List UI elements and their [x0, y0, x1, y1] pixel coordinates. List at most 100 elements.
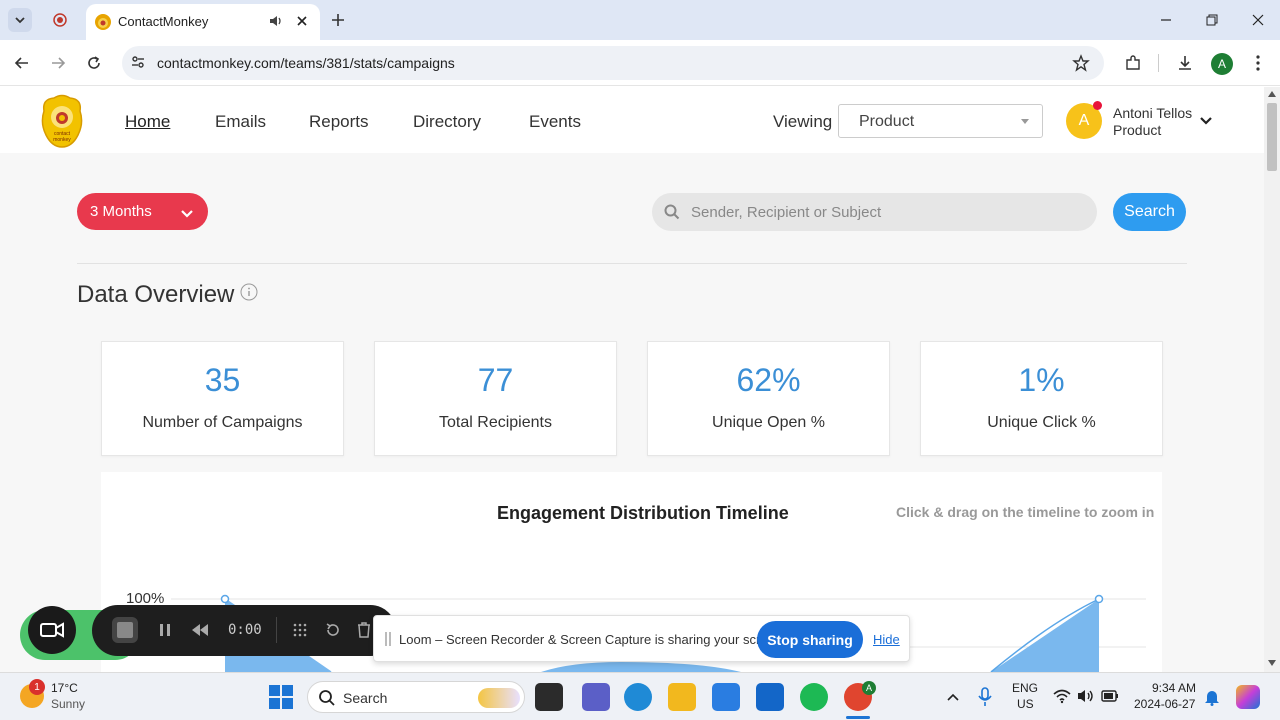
search-highlight-icon — [478, 688, 520, 708]
menu-kebab-icon[interactable] — [1248, 52, 1268, 74]
scroll-up-arrow-icon[interactable] — [1268, 91, 1276, 97]
bookmark-star-icon[interactable] — [1072, 54, 1090, 72]
nav-home[interactable]: Home — [125, 112, 170, 132]
nav-emails[interactable]: Emails — [215, 112, 266, 132]
tray-chevron-up-icon[interactable] — [946, 689, 960, 703]
notification-dot — [1093, 101, 1102, 110]
task-view-icon[interactable] — [535, 683, 563, 711]
logo-text: contact monkey — [53, 131, 71, 143]
clock-time[interactable]: 9:34 AM — [1152, 681, 1196, 695]
teams-icon[interactable] — [582, 683, 610, 711]
viewing-label: Viewing — [773, 112, 833, 131]
active-tab[interactable]: ContactMonkey — [86, 4, 320, 40]
record-tab-icon[interactable] — [50, 10, 70, 30]
metric-label: Number of Campaigns — [142, 414, 303, 431]
area-segment — [541, 662, 741, 672]
downloads-icon[interactable] — [1174, 52, 1196, 74]
search-icon — [664, 204, 680, 220]
drag-handle-icon[interactable] — [385, 632, 391, 646]
data-point[interactable] — [1094, 594, 1104, 604]
scrollbar-thumb[interactable] — [1267, 103, 1277, 171]
tab-search-icon[interactable] — [8, 8, 32, 32]
spotify-icon[interactable] — [800, 683, 828, 711]
site-info-icon[interactable] — [130, 54, 148, 72]
profile-avatar[interactable]: A — [1211, 53, 1233, 75]
pause-button[interactable] — [158, 623, 172, 637]
stop-sharing-button[interactable]: Stop sharing — [757, 621, 863, 658]
chevron-down-icon — [180, 206, 194, 218]
hide-link[interactable]: Hide — [873, 632, 900, 647]
caret-down-icon — [1021, 119, 1029, 124]
data-overview-title: Data Overview — [77, 281, 235, 308]
lang-bottom: US — [1017, 697, 1034, 711]
reload-icon[interactable] — [84, 53, 104, 73]
scroll-down-arrow-icon[interactable] — [1268, 660, 1276, 666]
stop-recording-button[interactable] — [112, 617, 138, 643]
wifi-icon[interactable] — [1053, 688, 1071, 704]
page-scrollbar[interactable] — [1264, 87, 1280, 672]
nav-events[interactable]: Events — [529, 112, 581, 132]
search-input[interactable]: Sender, Recipient or Subject — [652, 193, 1097, 231]
grid-dots-icon — [293, 623, 307, 637]
metric-card-open-rate: 62% Unique Open % — [647, 341, 890, 456]
lang-top[interactable]: ENG — [1012, 681, 1038, 695]
restart-button[interactable] — [325, 622, 341, 638]
taskbar-search-icon — [318, 689, 336, 707]
address-bar[interactable]: contactmonkey.com/teams/381/stats/campai… — [122, 46, 1104, 80]
restore-icon[interactable] — [1202, 10, 1222, 30]
info-icon[interactable] — [240, 283, 258, 301]
drawing-tool-button[interactable] — [292, 622, 308, 638]
forward-icon[interactable] — [48, 53, 68, 73]
contactmonkey-logo[interactable]: contact monkey — [38, 93, 86, 149]
range-dropdown[interactable]: 3 Months — [77, 193, 208, 230]
pause-icon — [160, 624, 170, 636]
weather-temp[interactable]: 17°C — [51, 681, 78, 695]
new-tab-icon[interactable] — [328, 10, 348, 30]
microphone-icon[interactable] — [978, 687, 994, 707]
metric-label: Total Recipients — [439, 414, 552, 431]
notification-bell-icon[interactable] — [1204, 688, 1220, 706]
store-icon[interactable] — [712, 683, 740, 711]
viewing-select[interactable]: Product — [838, 104, 1043, 138]
taskbar-search[interactable]: Search — [307, 681, 525, 713]
toolbar-divider — [1158, 54, 1159, 72]
weather-badge: 1 — [29, 679, 45, 695]
browser-toolbar: contactmonkey.com/teams/381/stats/campai… — [0, 40, 1280, 86]
data-point[interactable] — [220, 594, 230, 604]
tab-title: ContactMonkey — [118, 14, 209, 29]
user-team: Product — [1113, 122, 1162, 138]
main-content: 3 Months Sender, Recipient or Subject Se… — [0, 153, 1264, 682]
close-tab-icon[interactable] — [294, 13, 312, 31]
close-window-icon[interactable] — [1248, 10, 1268, 30]
mail-icon[interactable] — [756, 683, 784, 711]
minimize-icon[interactable] — [1156, 10, 1176, 30]
area-segment — [991, 599, 1099, 672]
active-app-indicator — [846, 716, 870, 719]
copilot-icon[interactable] — [1236, 685, 1260, 709]
metric-card-click-rate: 1% Unique Click % — [920, 341, 1163, 456]
battery-icon[interactable] — [1101, 689, 1119, 703]
delete-recording-button[interactable] — [357, 622, 373, 638]
file-explorer-icon[interactable] — [668, 683, 696, 711]
windows-taskbar: 1 17°C Sunny Search A ENG US 9:34 AM 202… — [0, 672, 1280, 720]
user-menu-chevron-icon[interactable] — [1199, 113, 1215, 129]
viewing-value: Product — [859, 113, 915, 130]
nav-reports[interactable]: Reports — [309, 112, 369, 132]
metric-card-campaigns: 35 Number of Campaigns — [101, 341, 344, 456]
audio-playing-icon[interactable] — [268, 13, 286, 31]
edge-icon[interactable] — [624, 683, 652, 711]
controls-divider — [276, 617, 277, 643]
nav-directory[interactable]: Directory — [413, 112, 481, 132]
metric-value: 1% — [1018, 362, 1065, 398]
extensions-icon[interactable] — [1122, 52, 1144, 74]
metric-card-recipients: 77 Total Recipients — [374, 341, 617, 456]
windows-start-icon[interactable] — [268, 684, 294, 710]
rewind-button[interactable] — [191, 623, 209, 637]
search-button[interactable]: Search — [1113, 193, 1186, 231]
volume-icon[interactable] — [1077, 688, 1095, 704]
taskbar-search-label: Search — [343, 690, 388, 706]
camera-toggle-button[interactable] — [28, 606, 76, 654]
back-icon[interactable] — [12, 53, 32, 73]
divider — [77, 263, 1187, 264]
metric-value: 77 — [477, 362, 514, 398]
